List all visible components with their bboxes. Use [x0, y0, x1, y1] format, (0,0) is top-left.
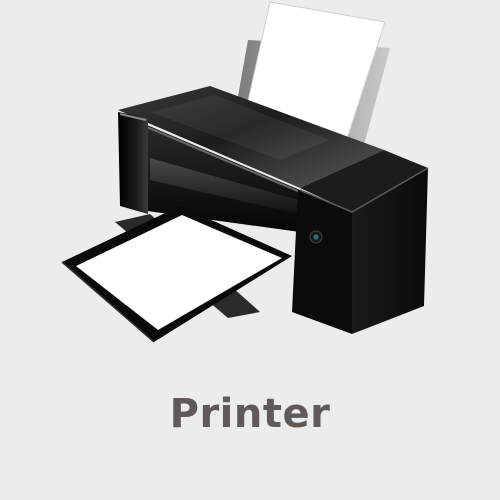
- printer-caption: Printer: [169, 391, 331, 437]
- right-block-front: [292, 190, 352, 334]
- printer-icon: [61, 1, 429, 343]
- left-end-cap: [118, 112, 148, 214]
- printer-card: Printer: [0, 0, 500, 500]
